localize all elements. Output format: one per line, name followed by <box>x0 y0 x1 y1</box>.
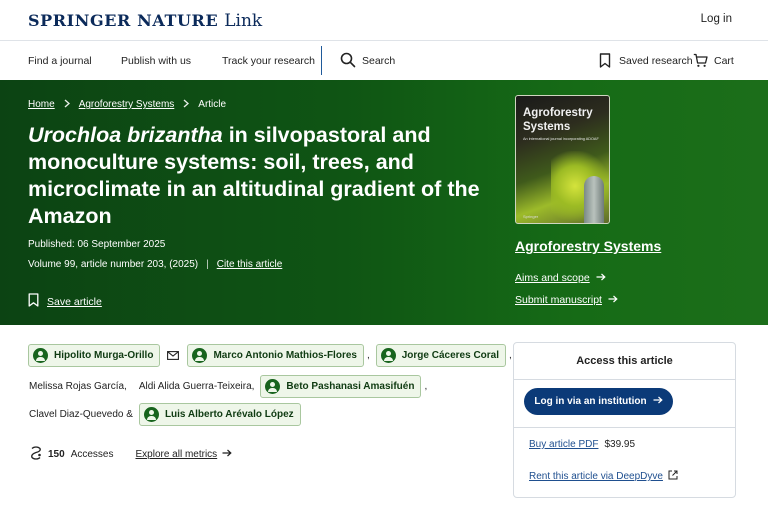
cover-title: Agroforestry Systems <box>523 106 593 134</box>
accesses-label: Accesses <box>70 449 114 460</box>
top-header: SPRINGER NATURE Link Log in <box>0 0 768 41</box>
login-link[interactable]: Log in <box>701 13 732 25</box>
person-icon <box>192 348 208 363</box>
volume-info: Volume 99, article number 203, (2025) <box>28 259 199 270</box>
institution-login-label: Log in via an institution <box>534 396 647 407</box>
article-title: Urochloa brizantha in silvopastoral and … <box>28 122 488 230</box>
nav-cart[interactable]: Cart <box>714 55 734 67</box>
person-icon <box>380 348 396 363</box>
rent-deepdyve-link[interactable]: Rent this article via DeepDyve <box>529 470 678 483</box>
volume-line: Volume 99, article number 203, (2025) | … <box>28 259 282 270</box>
journal-cover-image[interactable]: Agroforestry Systems An international jo… <box>515 95 610 224</box>
arrow-right-icon <box>653 396 663 407</box>
accesses-count: 150 <box>48 449 65 460</box>
breadcrumb: Home Agroforestry Systems Article <box>28 99 226 110</box>
envelope-icon[interactable] <box>167 347 180 365</box>
bookmark-icon <box>28 293 39 310</box>
author-row: Clavel Diaz-Quevedo & Luis Alberto Aréva… <box>28 403 301 426</box>
chevron-right-icon <box>64 99 70 110</box>
arrow-right-icon <box>608 294 618 306</box>
nav-track-research[interactable]: Track your research <box>222 55 315 67</box>
chevron-right-icon <box>183 99 190 110</box>
submit-manuscript-link[interactable]: Submit manuscript <box>515 294 618 306</box>
article-metrics: 150 Accesses Explore all metrics <box>30 446 232 463</box>
aims-scope-link[interactable]: Aims and scope <box>515 272 606 284</box>
rent-deepdyve-label: Rent this article via DeepDyve <box>529 471 663 482</box>
external-link-icon <box>668 470 678 483</box>
separator-comma: , <box>366 350 370 361</box>
breadcrumb-home[interactable]: Home <box>28 99 55 110</box>
breadcrumb-journal[interactable]: Agroforestry Systems <box>79 99 175 110</box>
panel-divider <box>514 427 735 428</box>
cart-icon[interactable] <box>693 53 708 73</box>
journal-name-link[interactable]: Agroforestry Systems <box>515 238 661 254</box>
article-title-species: Urochloa brizantha <box>28 123 223 147</box>
nav-find-journal[interactable]: Find a journal <box>28 55 92 67</box>
save-article-button[interactable]: Save article <box>28 293 102 310</box>
cover-trunk-art <box>584 176 604 223</box>
institution-login-button[interactable]: Log in via an institution <box>524 388 673 415</box>
person-icon <box>265 379 281 394</box>
main-navigation: Find a journal Publish with us Track you… <box>0 41 768 80</box>
author-row: Hipolito Murga-Orillo Marco Antonio Math… <box>28 344 518 367</box>
nav-saved-research[interactable]: Saved research <box>619 55 693 67</box>
separator-comma: , <box>424 381 428 392</box>
submit-manuscript-label: Submit manuscript <box>515 294 602 306</box>
author-chip[interactable]: Jorge Cáceres Coral <box>375 344 507 367</box>
nav-divider <box>321 46 322 75</box>
author-name-plain: Melissa Rojas García, <box>29 381 127 392</box>
accesses-icon <box>30 446 42 463</box>
author-chip[interactable]: Luis Alberto Arévalo López <box>138 403 301 426</box>
nav-search[interactable]: Search <box>362 55 395 67</box>
save-article-label: Save article <box>47 295 102 308</box>
author-name: Hipolito Murga-Orillo <box>54 350 154 361</box>
access-heading: Access this article <box>514 343 735 380</box>
person-icon <box>143 407 159 422</box>
author-name-plain: Aldi Alida Guerra-Teixeira, <box>138 381 255 392</box>
search-icon[interactable] <box>340 52 356 73</box>
volume-divider: | <box>206 259 209 270</box>
article-hero: Home Agroforestry Systems Article Urochl… <box>0 80 768 325</box>
cover-title-line2: Systems <box>523 121 571 133</box>
cite-article-link[interactable]: Cite this article <box>217 259 283 270</box>
arrow-right-icon <box>222 449 232 460</box>
breadcrumb-current: Article <box>198 99 227 110</box>
author-chip[interactable]: Hipolito Murga-Orillo <box>28 344 161 367</box>
person-icon <box>33 348 48 363</box>
author-row: Melissa Rojas García, Aldi Alida Guerra-… <box>28 375 433 398</box>
published-date: Published: 06 September 2025 <box>28 239 166 250</box>
author-name: Jorge Cáceres Coral <box>401 350 500 361</box>
brand-sub-text: Link <box>224 11 263 31</box>
buy-pdf-row: Buy article PDF $39.95 <box>529 439 635 450</box>
author-name: Luis Alberto Arévalo López <box>164 409 294 420</box>
author-chip[interactable]: Marco Antonio Mathios-Flores <box>187 344 364 367</box>
pdf-price: $39.95 <box>604 439 636 450</box>
author-name: Marco Antonio Mathios-Flores <box>213 350 357 361</box>
springer-nature-link-logo[interactable]: SPRINGER NATURE Link <box>28 11 262 31</box>
author-name-plain: Clavel Diaz-Quevedo & <box>29 409 133 420</box>
author-chip[interactable]: Beto Pashanasi Amasifuén <box>260 375 422 398</box>
aims-scope-label: Aims and scope <box>515 272 590 284</box>
separator-comma: , <box>509 350 512 361</box>
cover-title-line1: Agroforestry <box>523 107 593 119</box>
brand-main-text: SPRINGER NATURE <box>28 11 219 30</box>
cover-publisher-logo: Springer <box>523 214 539 219</box>
nav-publish-with-us[interactable]: Publish with us <box>121 55 191 67</box>
access-article-panel: Access this article Log in via an instit… <box>513 342 736 498</box>
buy-pdf-link[interactable]: Buy article PDF <box>529 439 598 450</box>
author-name: Beto Pashanasi Amasifuén <box>286 381 415 392</box>
bookmark-icon[interactable] <box>599 53 611 73</box>
explore-metrics-link[interactable]: Explore all metrics <box>135 449 217 460</box>
arrow-right-icon <box>596 272 606 284</box>
cover-subtitle: An international journal incorporating A… <box>523 137 599 141</box>
